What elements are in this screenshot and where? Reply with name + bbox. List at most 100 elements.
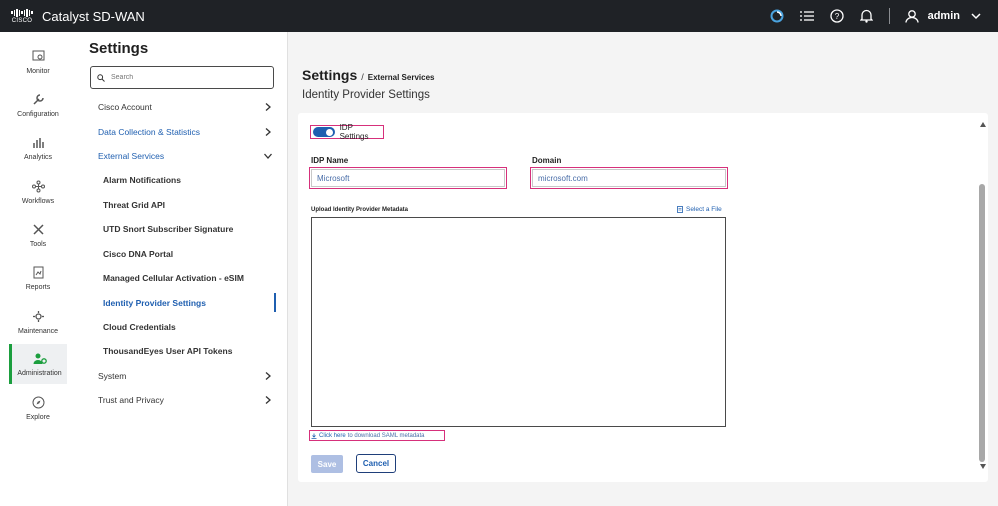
file-icon [677,206,683,213]
breadcrumb-separator: / [361,72,364,82]
idp-settings-form: IDP Settings IDP Name Domain Upload Iden… [298,113,988,482]
nav-workflows[interactable]: Workflows [9,172,67,212]
workflows-icon [31,180,45,194]
section-label: External Services [98,151,165,161]
user-icon [904,8,920,24]
chevron-down-icon [264,153,272,159]
subitem-identity-provider-settings[interactable]: Identity Provider Settings [103,294,273,312]
nav-label: Workflows [21,197,55,205]
domain-input[interactable] [532,169,726,187]
download-rest-text: to download SAML metadata [347,432,425,439]
chevron-right-icon [265,396,271,404]
subitem-threat-grid-api[interactable]: Threat Grid API [103,196,273,214]
top-right-actions: ? admin [769,0,984,32]
wrench-icon [31,93,45,107]
active-indicator [274,293,276,312]
nav-tools[interactable]: Tools [9,215,67,255]
chevron-right-icon [265,372,271,380]
nav-label: Configuration [17,110,59,118]
nav-label: Analytics [23,153,52,161]
idp-settings-toggle-label: IDP Settings [339,123,369,141]
idp-settings-toggle[interactable] [313,127,335,137]
nav-label: Administration [17,369,62,377]
nav-monitor[interactable]: Monitor [9,42,67,82]
nav-label: Monitor [26,67,50,75]
scroll-down-arrow-icon[interactable] [980,464,986,469]
subitem-thousandeyes-tokens[interactable]: ThousandEyes User API Tokens [103,342,273,360]
idp-name-field-wrap [309,167,507,189]
compass-icon [31,396,45,410]
domain-field-wrap [530,167,728,189]
breadcrumb-current[interactable]: External Services [368,73,435,82]
nav-administration[interactable]: Administration [9,344,67,384]
nav-label: Maintenance [17,327,59,335]
download-icon [311,433,317,439]
select-file-label: Select a File [686,206,722,213]
select-file-link[interactable]: Select a File [677,206,722,213]
nav-maintenance[interactable]: Maintenance [9,302,67,342]
settings-sidebar: Settings Cisco Account Data Collection &… [76,32,288,506]
topbar-divider [888,8,890,24]
chevron-right-icon [265,128,271,136]
section-external-services[interactable]: External Services [98,147,273,165]
nav-configuration[interactable]: Configuration [9,85,67,125]
tasks-list-icon[interactable] [799,8,815,24]
analytics-icon [31,136,45,150]
download-link-text: Click here [319,432,346,439]
gear-icon [31,310,45,324]
reports-icon [31,266,45,280]
section-label: Data Collection & Statistics [98,127,201,137]
settings-search[interactable] [90,66,274,89]
search-input[interactable] [111,74,271,81]
metadata-textarea[interactable] [311,217,726,427]
nav-reports[interactable]: Reports [9,258,67,298]
form-scrollbar[interactable] [978,118,988,478]
nav-label: Explore [26,413,50,421]
subitem-utd-snort[interactable]: UTD Snort Subscriber Signature [103,220,273,238]
bell-icon[interactable] [859,8,875,24]
chevron-down-icon [968,8,984,24]
search-icon [97,69,105,87]
settings-title: Settings [89,40,149,57]
left-nav: Monitor Configuration Analytics Workflow… [0,32,76,506]
monitor-icon [31,50,45,64]
section-data-collection[interactable]: Data Collection & Statistics [98,123,273,141]
tools-icon [31,223,45,237]
app-title: Catalyst SD-WAN [42,8,145,24]
idp-name-label: IDP Name [311,156,349,165]
sync-icon[interactable] [769,8,785,24]
breadcrumb-root[interactable]: Settings [302,67,357,83]
subitem-alarm-notifications[interactable]: Alarm Notifications [103,171,273,189]
help-icon[interactable]: ? [829,8,845,24]
section-system[interactable]: System [98,367,273,385]
idp-name-input[interactable] [311,169,505,187]
nav-explore[interactable]: Explore [9,388,67,428]
username: admin [927,10,960,22]
nav-analytics[interactable]: Analytics [9,128,67,168]
upload-metadata-label: Upload Identity Provider Metadata [311,207,409,213]
download-saml-metadata-link[interactable]: Click here to download SAML metadata [309,430,445,441]
scroll-thumb[interactable] [979,184,985,462]
section-label: System [98,371,127,381]
section-label: Cisco Account [98,102,152,112]
section-trust-and-privacy[interactable]: Trust and Privacy [98,391,273,409]
subitem-managed-cellular[interactable]: Managed Cellular Activation - eSIM [103,269,273,287]
section-label: Trust and Privacy [98,395,164,405]
logo-text: CISCO [11,17,33,24]
cancel-button[interactable]: Cancel [356,454,396,473]
nav-label: Tools [29,240,47,248]
top-bar: CISCO Catalyst SD-WAN ? admin [0,0,998,32]
nav-label: Reports [25,283,51,291]
user-menu[interactable]: admin [904,8,984,24]
breadcrumb: Settings / External Services [302,67,434,83]
page-title: Identity Provider Settings [302,89,430,101]
section-cisco-account[interactable]: Cisco Account [98,98,273,116]
domain-label: Domain [532,156,562,165]
svg-text:?: ? [834,12,839,21]
cisco-logo[interactable]: CISCO [11,8,33,24]
scroll-up-arrow-icon[interactable] [980,122,986,127]
idp-settings-toggle-wrap: IDP Settings [310,123,384,141]
subitem-cisco-dna-portal[interactable]: Cisco DNA Portal [103,245,273,263]
save-button[interactable]: Save [311,455,343,473]
subitem-cloud-credentials[interactable]: Cloud Credentials [103,318,273,336]
